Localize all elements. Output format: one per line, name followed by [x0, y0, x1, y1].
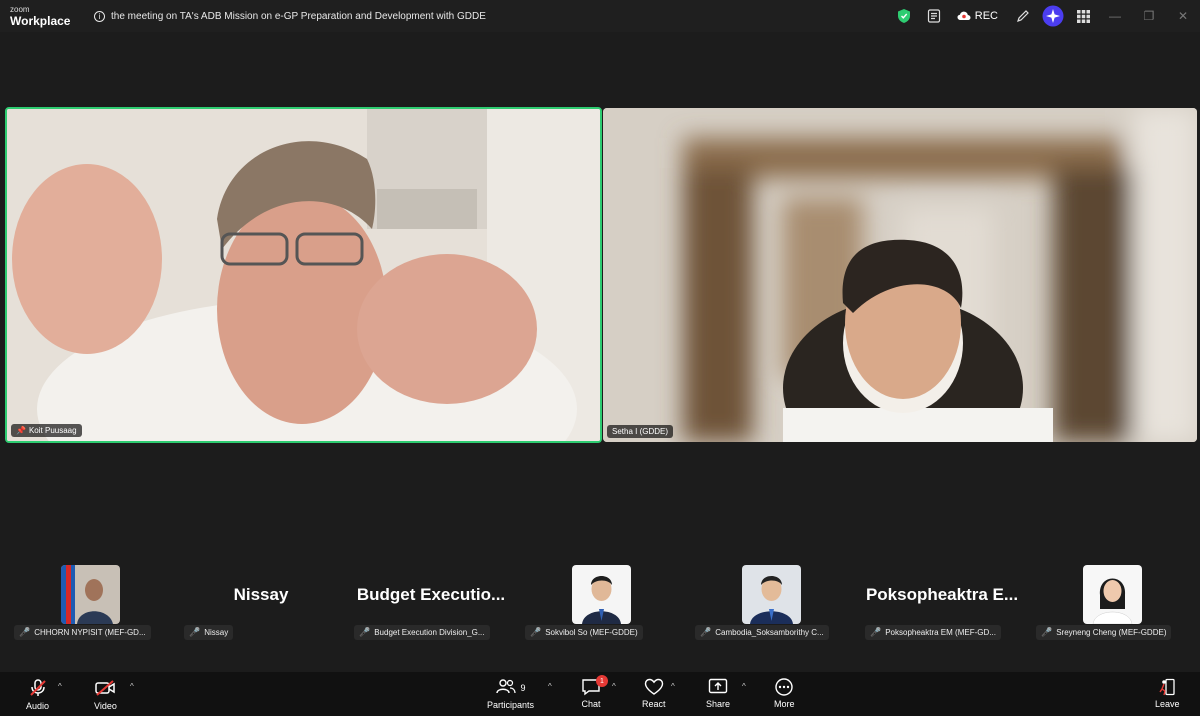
audio-label: Audio: [26, 701, 50, 711]
share-screen-icon: [708, 678, 728, 694]
video-button[interactable]: Video: [94, 678, 117, 711]
participant-name: Sreyneng Cheng (MEF-GDDE): [1056, 628, 1167, 637]
rec-label: REC: [974, 10, 998, 22]
leave-label: Leave: [1155, 699, 1180, 709]
participant-tile[interactable]: Budget Executio... 🎤 Budget Execution Di…: [346, 565, 516, 647]
participant-name: Budget Execution Division_G...: [374, 628, 485, 637]
leave-icon: [1159, 678, 1175, 696]
participant-photo: [572, 565, 631, 624]
participant-video: [603, 108, 1197, 442]
participants-options-caret[interactable]: ^: [548, 682, 552, 691]
participants-icon: [495, 679, 516, 694]
share-label: Share: [706, 699, 731, 709]
participant-photo: [742, 565, 801, 624]
mic-muted-icon: [29, 679, 46, 696]
restore-button[interactable]: ❐: [1132, 9, 1166, 23]
video-tile-participant[interactable]: Setha I (GDDE): [603, 108, 1197, 442]
participant-tile[interactable]: 🎤 CHHORN NYPISIT (MEF-GD...: [6, 565, 176, 647]
title-bar: zoom Workplace i the meeting on TA's ADB…: [0, 0, 1200, 32]
participant-name-tag: 🎤 Sreyneng Cheng (MEF-GDDE): [1036, 625, 1172, 640]
react-label: React: [642, 699, 666, 709]
mic-muted-icon: 🎤: [1041, 627, 1053, 637]
audio-options-caret[interactable]: ^: [58, 682, 62, 691]
participant-display-name: Nissay: [233, 585, 289, 604]
zoom-logo: zoom Workplace: [0, 4, 80, 28]
chat-label: Chat: [581, 699, 601, 709]
more-button[interactable]: More: [774, 678, 795, 709]
participant-name: Sokvibol So (MEF-GDDE): [545, 628, 638, 637]
meeting-controls: Audio ^ Video ^ 9 Participants ^ 1 Chat …: [0, 672, 1200, 716]
react-button[interactable]: React: [642, 678, 666, 709]
participant-name: Setha I (GDDE): [612, 427, 669, 436]
video-tile-active-speaker[interactable]: 📌 Koit Puusaag: [5, 107, 602, 443]
participant-tile[interactable]: 🎤 Sokvibol So (MEF-GDDE): [517, 565, 687, 647]
mic-muted-icon: 🎤: [870, 627, 882, 637]
participant-name-tag: 🎤 CHHORN NYPISIT (MEF-GD...: [14, 625, 151, 640]
mic-muted-icon: 🎤: [700, 627, 712, 637]
cloud-record-icon: [957, 11, 971, 20]
participant-tile[interactable]: Nissay 🎤 Nissay: [176, 565, 346, 647]
participants-count: 9: [520, 682, 526, 693]
participants-label: Participants: [487, 700, 535, 710]
more-label: More: [774, 699, 795, 709]
mic-muted-icon: 🎤: [359, 627, 371, 637]
meeting-info[interactable]: i the meeting on TA's ADB Mission on e-G…: [94, 10, 486, 22]
mic-muted-icon: 🎤: [189, 627, 201, 637]
mic-muted-icon: 🎤: [530, 627, 542, 637]
record-indicator[interactable]: REC: [957, 10, 998, 22]
video-name-tag: 📌 Koit Puusaag: [11, 424, 82, 437]
participant-photo: [1083, 565, 1142, 624]
participant-name: Poksopheaktra EM (MEF-GD...: [885, 628, 996, 637]
participant-tile[interactable]: Poksopheaktra E... 🎤 Poksopheaktra EM (M…: [857, 565, 1027, 647]
participant-name-tag: 🎤 Cambodia_Soksamborithy C...: [695, 625, 829, 640]
video-stage: 📌 Koit Puusaag Setha I (GDDE) 🎤 CHHORN N…: [0, 32, 1200, 672]
participants-button[interactable]: 9 Participants: [487, 678, 534, 710]
video-options-caret[interactable]: ^: [130, 682, 134, 691]
participant-name: Nissay: [204, 628, 229, 637]
shield-icon[interactable]: [891, 3, 917, 29]
chat-button[interactable]: 1 Chat: [581, 675, 608, 709]
info-icon[interactable]: i: [94, 10, 105, 22]
share-button[interactable]: Share: [706, 678, 730, 709]
react-options-caret[interactable]: ^: [671, 682, 675, 691]
participant-tile[interactable]: 🎤 Sreyneng Cheng (MEF-GDDE): [1028, 565, 1198, 647]
brand-top: zoom: [10, 4, 30, 14]
participant-name-tag: 🎤 Poksopheaktra EM (MEF-GD...: [865, 625, 1001, 640]
participant-display-name: Poksopheaktra E...: [865, 585, 1019, 604]
participant-name: Cambodia_Soksamborithy C...: [715, 628, 824, 637]
participant-name: Koit Puusaag: [28, 426, 77, 435]
share-options-caret[interactable]: ^: [742, 682, 746, 691]
participant-display-name: Budget Executio...: [356, 585, 506, 604]
audio-button[interactable]: Audio: [26, 678, 49, 711]
camera-off-icon: [95, 680, 116, 696]
chat-options-caret[interactable]: ^: [612, 682, 616, 691]
more-icon: [775, 678, 793, 696]
chat-unread-badge: 1: [596, 675, 608, 687]
leave-button[interactable]: Leave: [1155, 678, 1180, 709]
pen-icon[interactable]: [1010, 3, 1036, 29]
close-button[interactable]: ✕: [1166, 9, 1200, 23]
meeting-title: the meeting on TA's ADB Mission on e-GP …: [111, 10, 486, 22]
participant-strip: 🎤 CHHORN NYPISIT (MEF-GD... Nissay 🎤 Nis…: [0, 565, 1200, 647]
brand-bottom: Workplace: [10, 13, 71, 28]
participant-name-tag: 🎤 Sokvibol So (MEF-GDDE): [525, 625, 643, 640]
ai-companion-icon[interactable]: [1040, 3, 1066, 29]
mic-muted-icon: 🎤: [19, 627, 31, 637]
video-name-tag: Setha I (GDDE): [607, 425, 674, 438]
participant-name: CHHORN NYPISIT (MEF-GD...: [34, 628, 146, 637]
participant-photo: [61, 565, 120, 624]
participant-tile[interactable]: 🎤 Cambodia_Soksamborithy C...: [687, 565, 857, 647]
minimize-button[interactable]: —: [1098, 9, 1132, 23]
pin-icon: 📌: [16, 426, 26, 435]
video-label: Video: [94, 701, 117, 711]
notes-icon[interactable]: [921, 3, 947, 29]
heart-icon: [644, 678, 663, 695]
participant-video: [7, 109, 600, 441]
title-bar-actions: REC — ❐ ✕: [889, 0, 1200, 32]
participant-name-tag: 🎤 Nissay: [184, 625, 234, 640]
participant-name-tag: 🎤 Budget Execution Division_G...: [354, 625, 490, 640]
apps-grid-icon[interactable]: [1070, 3, 1096, 29]
